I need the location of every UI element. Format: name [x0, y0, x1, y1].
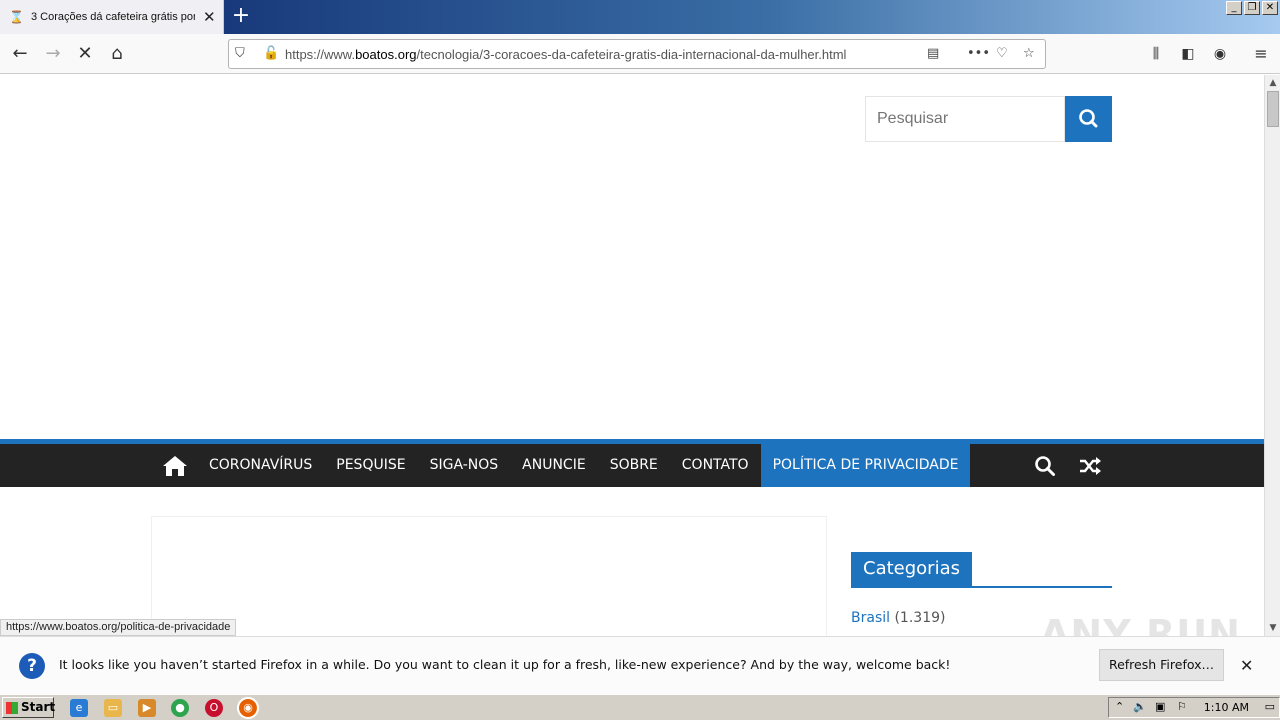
link-status-url: https://www.boatos.org/politica-de-priva…	[0, 619, 237, 636]
show-desktop-icon[interactable]: ▭	[1265, 700, 1275, 713]
clock: 1:10 AM	[1203, 701, 1249, 714]
url-domain: boatos.org	[355, 47, 417, 62]
firefox-icon[interactable]: ◉	[237, 697, 259, 719]
explorer-icon[interactable]: ▭	[104, 699, 122, 717]
pocket-icon[interactable]: ♡	[996, 46, 1008, 61]
system-tray: ⌃ 🔈 ▣ ⚐ 1:10 AM ▭	[1108, 697, 1280, 718]
scroll-up-icon[interactable]: ▲	[1265, 75, 1280, 91]
home-button[interactable]: ⌂	[105, 42, 129, 66]
back-button[interactable]: ←	[8, 42, 32, 66]
main-menu: CORONAVÍRUS PESQUISE SIGA-NOS ANUNCIE SO…	[0, 439, 1264, 487]
tray-expand-icon[interactable]: ⌃	[1115, 700, 1124, 713]
menu-search-icon[interactable]	[1034, 455, 1056, 477]
forward-button[interactable]: →	[41, 42, 65, 66]
lock-warning-icon[interactable]: 🔓	[263, 46, 279, 61]
url-prefix: https://www.	[285, 47, 356, 62]
taskbar: Start e ▭ ▶ ● O ◉ ⌃ 🔈 ▣ ⚐ 1:10 AM ▭	[0, 694, 1280, 720]
window-controls: _ ❐ ✕	[1226, 1, 1278, 15]
restore-button[interactable]: ❐	[1244, 1, 1260, 15]
close-tab-icon[interactable]: ✕	[203, 8, 216, 26]
category-item: Brasil (1.319)	[851, 610, 945, 626]
more-actions-icon[interactable]: •••	[967, 46, 990, 61]
new-tab-button[interactable]: +	[230, 5, 252, 27]
account-icon[interactable]: ◉	[1208, 42, 1232, 66]
navigation-bar: ← → ✕ ⌂ ⛉ 🔓 https://www.boatos.org/tecno…	[0, 34, 1280, 74]
browser-tab[interactable]: ⌛ 3 Corações dá cafeteira grátis por ✕	[0, 0, 224, 34]
menu-item-anuncie[interactable]: ANUNCIE	[510, 444, 598, 487]
category-link-brasil[interactable]: Brasil	[851, 610, 890, 626]
url-path: /tecnologia/3-coracoes-da-cafeteira-grat…	[416, 47, 847, 62]
tab-title: 3 Corações dá cafeteira grátis por	[31, 11, 195, 23]
shield-icon[interactable]: ⛉	[235, 46, 245, 61]
opera-icon[interactable]: O	[205, 699, 223, 717]
random-post-icon[interactable]	[1078, 455, 1102, 477]
url-text[interactable]: https://www.boatos.org/tecnologia/3-cora…	[285, 47, 846, 62]
home-icon[interactable]	[160, 444, 190, 487]
window-close-button[interactable]: ✕	[1262, 1, 1278, 15]
chrome-icon[interactable]: ●	[171, 699, 189, 717]
scroll-thumb[interactable]	[1267, 91, 1279, 127]
search-form	[865, 96, 1065, 142]
start-label: Start	[21, 700, 56, 714]
notification-close-icon[interactable]: ✕	[1240, 656, 1253, 675]
article-area	[151, 516, 827, 636]
menu-item-pesquise[interactable]: PESQUISE	[324, 444, 417, 487]
web-page: CORONAVÍRUS PESQUISE SIGA-NOS ANUNCIE SO…	[0, 75, 1264, 636]
notification-bar: ? It looks like you haven’t started Fire…	[0, 636, 1280, 694]
library-icon[interactable]: ⫼	[1144, 42, 1168, 66]
url-bar[interactable]: ⛉ 🔓 https://www.boatos.org/tecnologia/3-…	[228, 39, 1046, 69]
menu-item-sobre[interactable]: SOBRE	[598, 444, 670, 487]
windows-logo-icon	[6, 702, 18, 714]
menu-item-siga-nos[interactable]: SIGA-NOS	[418, 444, 511, 487]
sidebar-icon[interactable]: ◧	[1176, 42, 1200, 66]
search-button[interactable]	[1065, 96, 1112, 142]
volume-icon[interactable]: 🔈	[1133, 700, 1147, 713]
scroll-down-icon[interactable]: ▼	[1265, 620, 1280, 636]
ie-icon[interactable]: e	[70, 699, 88, 717]
search-input[interactable]	[866, 97, 1056, 141]
search-icon	[1079, 109, 1098, 128]
menu-item-politica-de-privacidade[interactable]: POLÍTICA DE PRIVACIDADE	[760, 444, 971, 487]
menu-items: CORONAVÍRUS PESQUISE SIGA-NOS ANUNCIE SO…	[160, 444, 971, 487]
action-center-flag-icon[interactable]: ⚐	[1177, 700, 1187, 713]
reader-view-icon[interactable]: ▤	[927, 46, 939, 61]
question-icon: ?	[19, 653, 45, 679]
menu-hamburger-icon[interactable]: ≡	[1249, 42, 1273, 66]
hourglass-icon: ⌛	[9, 10, 24, 24]
minimize-button[interactable]: _	[1226, 1, 1242, 15]
title-bar: ⌛ 3 Corações dá cafeteira grátis por ✕ +…	[0, 0, 1280, 34]
vertical-scrollbar[interactable]: ▲ ▼	[1264, 75, 1280, 636]
notification-message: It looks like you haven’t started Firefo…	[59, 657, 951, 672]
categories-widget-title: Categorias	[851, 552, 1112, 588]
start-button[interactable]: Start	[2, 697, 56, 718]
stop-button[interactable]: ✕	[73, 42, 97, 66]
menu-item-coronavirus[interactable]: CORONAVÍRUS	[197, 444, 324, 487]
category-count: (1.319)	[894, 610, 946, 626]
menu-item-contato[interactable]: CONTATO	[670, 444, 761, 487]
categories-heading: Categorias	[851, 552, 972, 586]
network-icon[interactable]: ▣	[1155, 700, 1165, 713]
refresh-firefox-button[interactable]: Refresh Firefox…	[1099, 649, 1224, 681]
media-player-icon[interactable]: ▶	[138, 699, 156, 717]
bookmark-star-icon[interactable]: ☆	[1023, 46, 1035, 61]
